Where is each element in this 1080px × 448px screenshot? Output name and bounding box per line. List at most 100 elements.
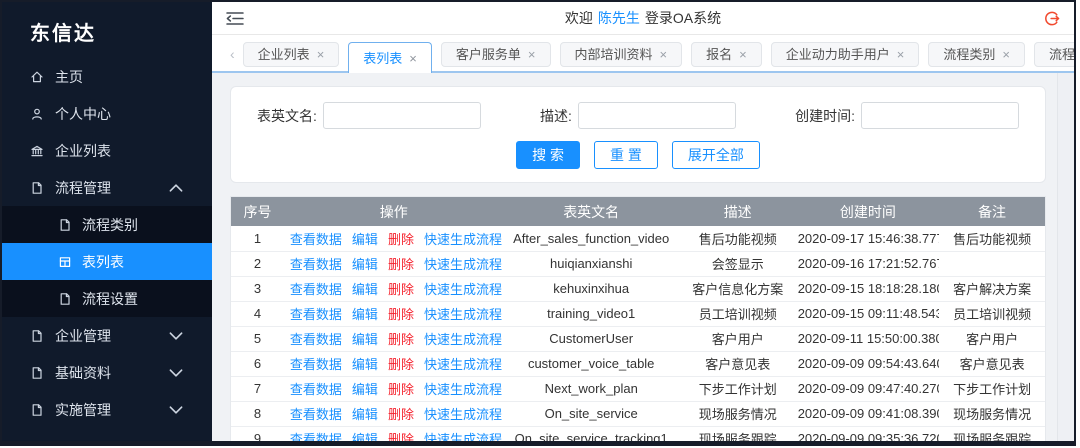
create-time-input[interactable]: [860, 102, 1019, 129]
delete-link[interactable]: 删除: [388, 232, 414, 247]
note-cell: [939, 251, 1045, 277]
edit-link[interactable]: 编辑: [352, 407, 378, 422]
note-cell: 客户解决方案: [939, 276, 1045, 302]
tab-item[interactable]: 流程类别 ×: [928, 42, 1025, 67]
quick-generate-flow-link[interactable]: 快速生成流程: [424, 257, 502, 272]
view-data-link[interactable]: 查看数据: [290, 257, 342, 272]
close-icon[interactable]: ×: [897, 48, 905, 61]
tab-item[interactable]: 企业列表 ×: [242, 42, 340, 67]
close-icon[interactable]: ×: [660, 48, 668, 61]
delete-link[interactable]: 删除: [388, 382, 414, 397]
row-number-cell: 8: [231, 401, 284, 427]
quick-generate-flow-link[interactable]: 快速生成流程: [424, 332, 502, 347]
sidebar-subitem[interactable]: 流程设置: [2, 280, 212, 317]
table-header-row: 序号 操作 表英文名 描述 创建时间 备注: [231, 197, 1045, 226]
sidebar-item[interactable]: 企业管理: [2, 317, 212, 354]
sidebar-subitem[interactable]: 流程类别: [2, 206, 212, 243]
created-time-cell: 2020-09-09 09:35:36.720: [796, 426, 940, 441]
created-time-cell: 2020-09-15 18:18:28.180: [796, 276, 940, 302]
sidebar-item[interactable]: 基础资料: [2, 354, 212, 391]
quick-generate-flow-link[interactable]: 快速生成流程: [424, 407, 502, 422]
tab-item[interactable]: 企业动力助手用户 ×: [770, 42, 920, 67]
table-name-cell: After_sales_function_video: [503, 226, 679, 252]
delete-link[interactable]: 删除: [388, 432, 414, 441]
logout-icon[interactable]: [1043, 10, 1060, 27]
view-data-link[interactable]: 查看数据: [290, 232, 342, 247]
actions-cell: 查看数据 编辑 删除 快速生成流程: [283, 351, 504, 377]
edit-link[interactable]: 编辑: [352, 307, 378, 322]
sidebar-item[interactable]: 个人中心: [2, 95, 212, 132]
sidebar-subitem[interactable]: 表列表: [2, 243, 212, 280]
quick-generate-flow-link[interactable]: 快速生成流程: [424, 357, 502, 372]
table-row: 8 查看数据 编辑 删除 快速生成流程 On_site_service 现场服务情况 2020…: [231, 401, 1045, 427]
created-time-cell: 2020-09-15 09:11:48.543: [796, 301, 940, 327]
table-row: 2 查看数据 编辑 删除 快速生成流程 huiqianxianshi 会签显示 2020-09…: [231, 251, 1045, 277]
view-data-link[interactable]: 查看数据: [290, 407, 342, 422]
quick-generate-flow-link[interactable]: 快速生成流程: [424, 282, 502, 297]
tab-item[interactable]: 客户服务单 ×: [440, 42, 551, 67]
welcome-text: 欢迎 陈先生 登录OA系统: [212, 8, 1074, 28]
edit-link[interactable]: 编辑: [352, 432, 378, 441]
sidebar-item[interactable]: 主页: [2, 58, 212, 95]
note-cell: 现场服务情况: [939, 401, 1045, 427]
note-cell: 售后功能视频: [939, 226, 1045, 252]
table-name-cell: training_video1: [503, 301, 679, 327]
search-button[interactable]: 搜 索: [516, 141, 580, 169]
sidebar-item[interactable]: 实施管理: [2, 391, 212, 428]
close-icon[interactable]: ×: [528, 48, 536, 61]
created-time-cell: 2020-09-17 15:46:38.777: [796, 226, 940, 252]
home-icon: [30, 70, 44, 84]
created-time-cell: 2020-09-09 09:54:43.640: [796, 351, 940, 377]
edit-link[interactable]: 编辑: [352, 257, 378, 272]
column-header: 操作: [283, 197, 504, 226]
sidebar-item-label: 基础资料: [55, 364, 111, 381]
quick-generate-flow-link[interactable]: 快速生成流程: [424, 307, 502, 322]
view-data-link[interactable]: 查看数据: [290, 432, 342, 441]
tab-item[interactable]: 内部培训资料 ×: [559, 42, 683, 67]
delete-link[interactable]: 删除: [388, 357, 414, 372]
delete-link[interactable]: 删除: [388, 307, 414, 322]
view-data-link[interactable]: 查看数据: [290, 282, 342, 297]
top-header: 欢迎 陈先生 登录OA系统: [212, 2, 1074, 35]
tab-item[interactable]: 表列表 ×: [348, 42, 432, 73]
expand-all-button[interactable]: 展开全部: [671, 141, 760, 169]
menu-fold-icon[interactable]: [226, 11, 244, 26]
view-data-link[interactable]: 查看数据: [290, 307, 342, 322]
close-icon[interactable]: ×: [739, 48, 747, 61]
chevron-down-icon: [169, 403, 183, 417]
delete-link[interactable]: 删除: [388, 332, 414, 347]
view-data-link[interactable]: 查看数据: [290, 382, 342, 397]
table-english-name-input[interactable]: [322, 102, 481, 129]
user-icon: [30, 107, 44, 121]
delete-link[interactable]: 删除: [388, 257, 414, 272]
delete-link[interactable]: 删除: [388, 282, 414, 297]
close-icon[interactable]: ×: [1002, 48, 1010, 61]
file-icon: [30, 366, 44, 380]
quick-generate-flow-link[interactable]: 快速生成流程: [424, 432, 502, 441]
close-icon[interactable]: ×: [317, 48, 325, 61]
username-link[interactable]: 陈先生: [598, 10, 640, 26]
reset-button[interactable]: 重 置: [594, 141, 658, 169]
delete-link[interactable]: 删除: [388, 407, 414, 422]
edit-link[interactable]: 编辑: [352, 332, 378, 347]
view-data-link[interactable]: 查看数据: [290, 357, 342, 372]
tab-label: 客户服务单: [455, 47, 521, 62]
tab-scroll-left-button[interactable]: ‹: [222, 42, 243, 66]
sidebar-item[interactable]: 流程管理: [2, 169, 212, 206]
quick-generate-flow-link[interactable]: 快速生成流程: [424, 382, 502, 397]
quick-generate-flow-link[interactable]: 快速生成流程: [424, 232, 502, 247]
view-data-link[interactable]: 查看数据: [290, 332, 342, 347]
column-header: 表英文名: [503, 197, 679, 226]
description-input[interactable]: [577, 102, 736, 129]
edit-link[interactable]: 编辑: [352, 382, 378, 397]
close-icon[interactable]: ×: [409, 52, 417, 65]
edit-link[interactable]: 编辑: [352, 357, 378, 372]
sidebar-item[interactable]: 企业列表: [2, 132, 212, 169]
tab-item[interactable]: 报名 ×: [691, 42, 762, 67]
file-icon: [30, 403, 44, 417]
filter-group: 创建时间:: [795, 102, 1019, 129]
edit-link[interactable]: 编辑: [352, 282, 378, 297]
vertical-scrollbar[interactable]: [1057, 73, 1074, 441]
edit-link[interactable]: 编辑: [352, 232, 378, 247]
tab-item[interactable]: 流程类别详情×: [1033, 42, 1074, 67]
